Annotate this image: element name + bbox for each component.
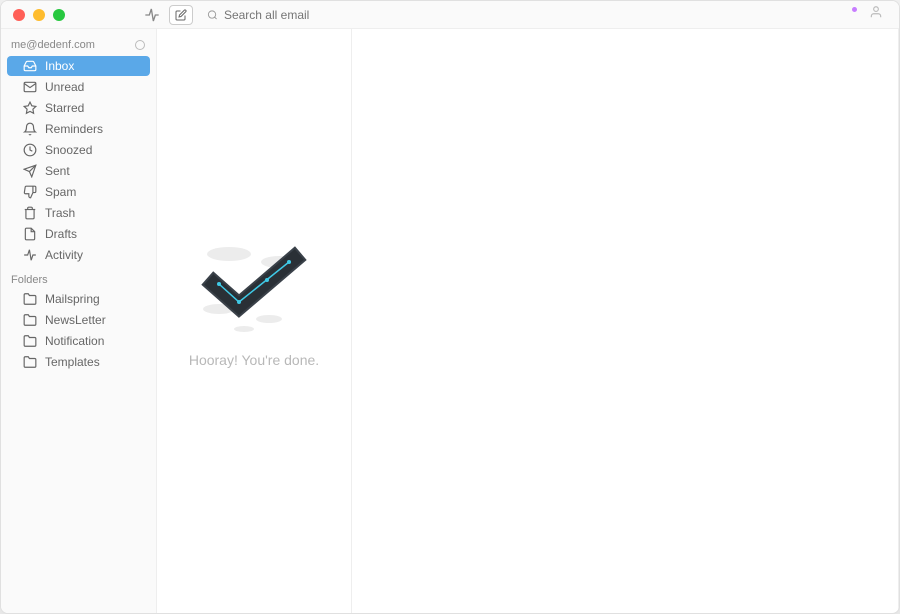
folder-item-mailspring[interactable]: Mailspring xyxy=(7,289,150,309)
folder-icon xyxy=(23,355,37,369)
sidebar-item-label: Spam xyxy=(45,185,76,199)
message-preview-pane xyxy=(352,29,899,613)
star-icon xyxy=(23,101,37,115)
notification-dot-icon xyxy=(852,7,857,12)
send-icon xyxy=(23,164,37,178)
sidebar-item-starred[interactable]: Starred xyxy=(7,98,150,118)
folder-item-label: Mailspring xyxy=(45,292,100,306)
compose-button[interactable] xyxy=(169,5,193,25)
account-button[interactable] xyxy=(869,5,883,24)
folder-icon xyxy=(23,313,37,327)
sidebar-item-label: Activity xyxy=(45,248,83,262)
sidebar-item-unread[interactable]: Unread xyxy=(7,77,150,97)
folder-item-label: Notification xyxy=(45,334,104,348)
folder-icon xyxy=(23,292,37,306)
sidebar: me@dedenf.com Inbox Unread Starred Reminder… xyxy=(1,29,157,613)
sidebar-item-label: Inbox xyxy=(45,59,74,73)
sidebar-item-inbox[interactable]: Inbox xyxy=(7,56,150,76)
empty-state-text: Hooray! You're done. xyxy=(189,352,319,368)
nav-list: Inbox Unread Starred Reminders Snoozed Sent Sp… xyxy=(1,56,156,265)
account-email: me@dedenf.com xyxy=(11,39,95,51)
titlebar-right xyxy=(852,5,883,24)
sidebar-item-reminders[interactable]: Reminders xyxy=(7,119,150,139)
pulse-icon xyxy=(23,248,37,262)
empty-state: Hooray! You're done. xyxy=(189,234,319,368)
message-list-pane: Hooray! You're done. xyxy=(157,29,352,613)
titlebar xyxy=(1,1,899,29)
inbox-icon xyxy=(23,59,37,73)
sidebar-item-activity[interactable]: Activity xyxy=(7,245,150,265)
account-sync-icon xyxy=(134,39,146,51)
sidebar-item-label: Reminders xyxy=(45,122,103,136)
empty-state-illustration xyxy=(189,234,319,334)
file-icon xyxy=(23,227,37,241)
folders-list: Mailspring NewsLetter Notification Template… xyxy=(1,289,156,372)
bell-icon xyxy=(23,122,37,136)
search-icon xyxy=(207,9,218,21)
folder-item-label: Templates xyxy=(45,355,100,369)
clock-icon xyxy=(23,143,37,157)
sidebar-item-trash[interactable]: Trash xyxy=(7,203,150,223)
thumbdown-icon xyxy=(23,185,37,199)
sidebar-item-drafts[interactable]: Drafts xyxy=(7,224,150,244)
toolbar xyxy=(143,5,844,25)
close-window-button[interactable] xyxy=(13,9,25,21)
search-field[interactable] xyxy=(201,8,401,22)
folder-item-templates[interactable]: Templates xyxy=(7,352,150,372)
trash-icon xyxy=(23,206,37,220)
sidebar-item-label: Sent xyxy=(45,164,70,178)
folder-item-notification[interactable]: Notification xyxy=(7,331,150,351)
folders-header: Folders xyxy=(1,266,156,288)
mail-icon xyxy=(23,80,37,94)
sidebar-item-label: Drafts xyxy=(45,227,77,241)
window-controls xyxy=(13,9,65,21)
sidebar-item-sent[interactable]: Sent xyxy=(7,161,150,181)
folder-item-label: NewsLetter xyxy=(45,313,106,327)
folder-icon xyxy=(23,334,37,348)
sidebar-item-label: Starred xyxy=(45,101,84,115)
folder-item-newsletter[interactable]: NewsLetter xyxy=(7,310,150,330)
sidebar-item-snoozed[interactable]: Snoozed xyxy=(7,140,150,160)
sidebar-item-label: Snoozed xyxy=(45,143,92,157)
minimize-window-button[interactable] xyxy=(33,9,45,21)
search-input[interactable] xyxy=(224,8,401,22)
sidebar-item-label: Unread xyxy=(45,80,84,94)
activity-icon[interactable] xyxy=(143,6,161,24)
app-window: me@dedenf.com Inbox Unread Starred Reminder… xyxy=(0,0,900,614)
sidebar-item-spam[interactable]: Spam xyxy=(7,182,150,202)
sidebar-item-label: Trash xyxy=(45,206,75,220)
account-header[interactable]: me@dedenf.com xyxy=(1,35,156,55)
maximize-window-button[interactable] xyxy=(53,9,65,21)
